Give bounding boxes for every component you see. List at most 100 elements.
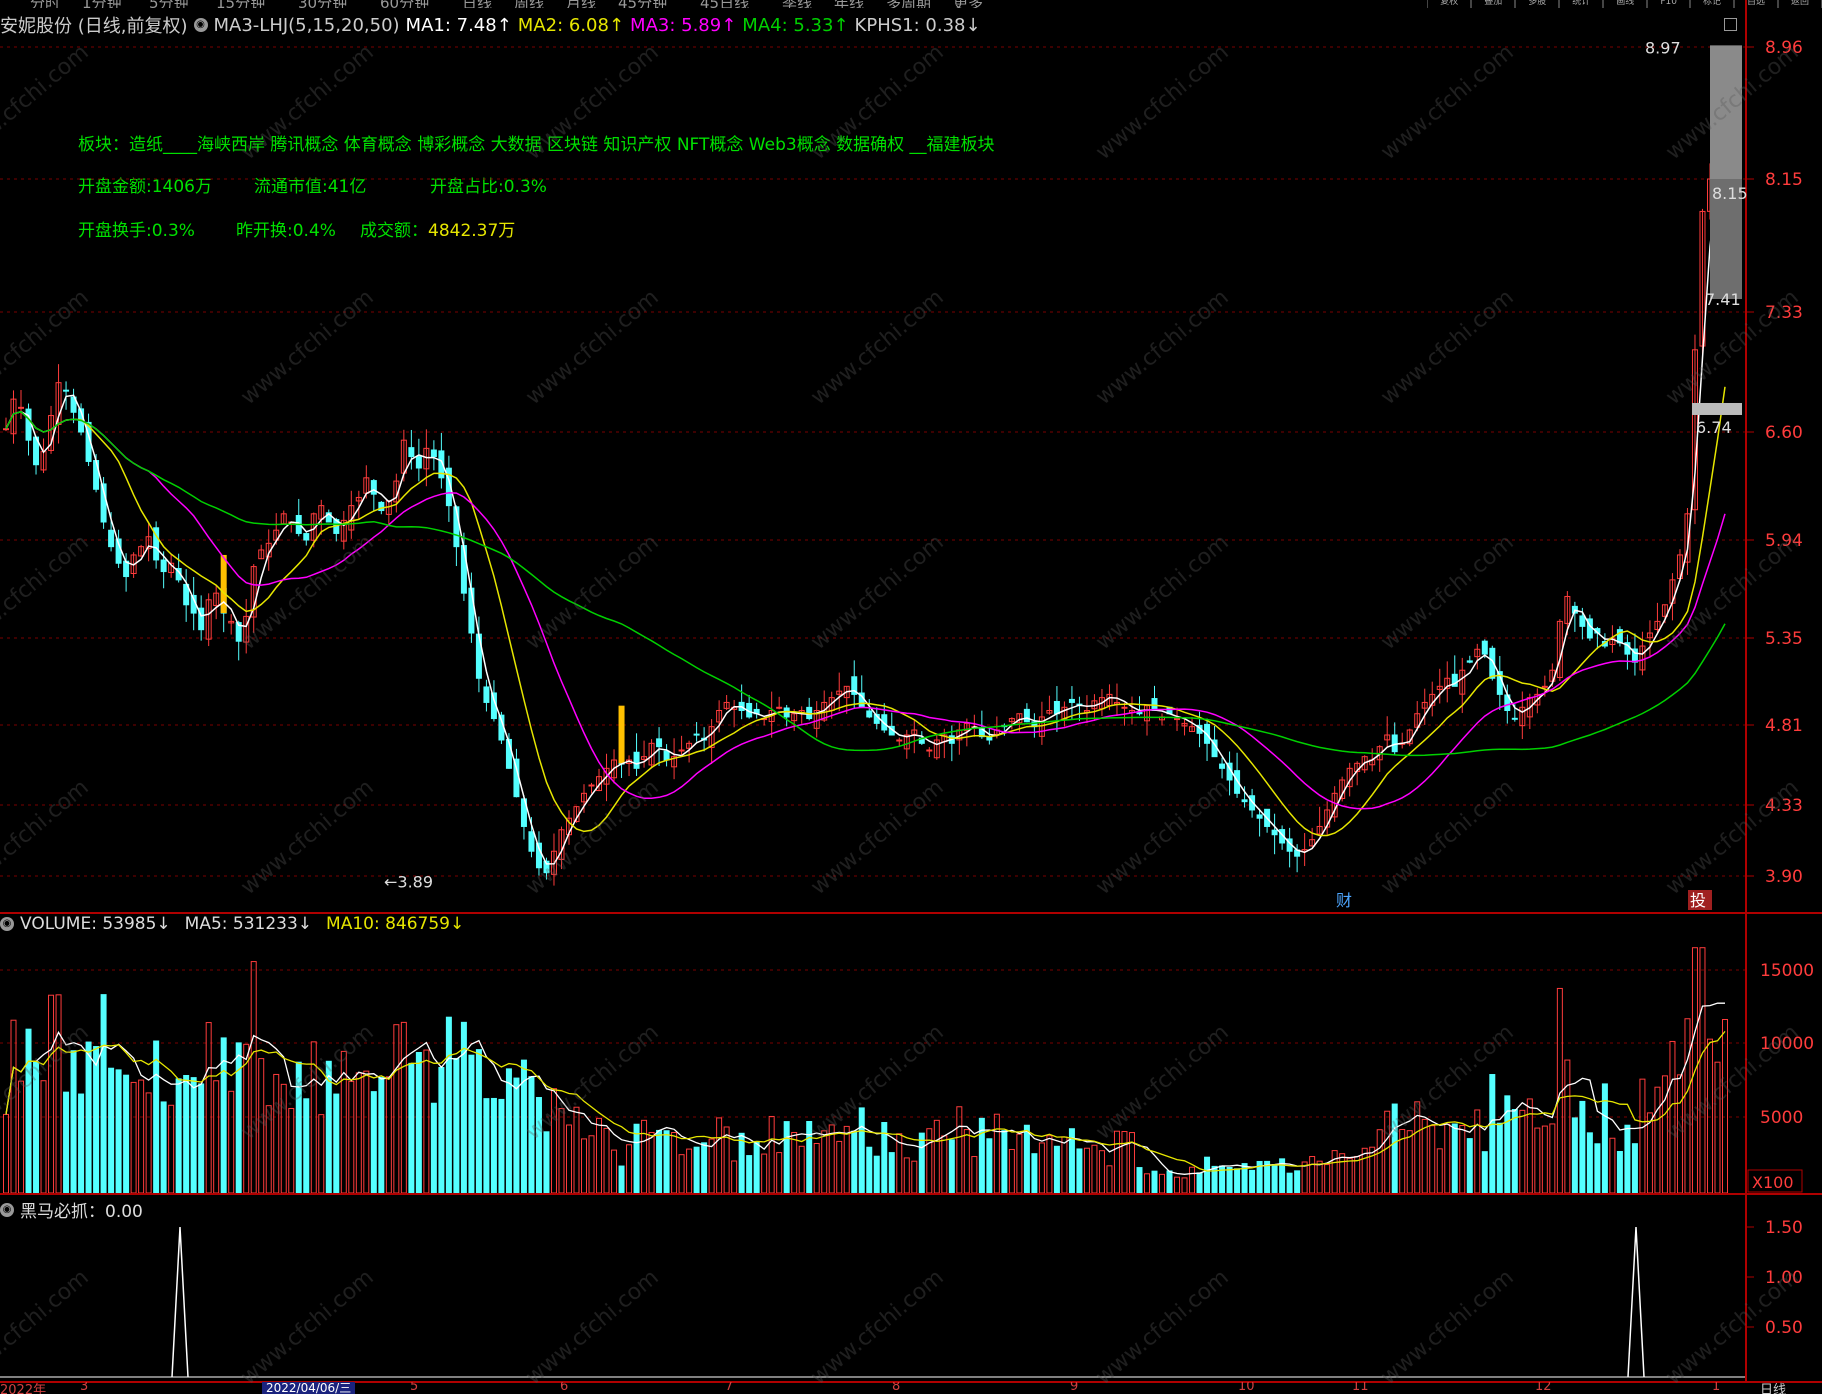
- x-axis-label-1: 3: [80, 1382, 89, 1394]
- volume-axis-label: 15000: [1760, 961, 1814, 981]
- volume-bar: [611, 1149, 618, 1194]
- volume-bar: [288, 1107, 295, 1194]
- volume-bar: [753, 1140, 760, 1194]
- volume-bar: [333, 1093, 340, 1194]
- candle-body: [588, 784, 595, 787]
- volume-bar: [1391, 1103, 1398, 1194]
- volume-bar: [1436, 1148, 1443, 1194]
- volume-bar: [1594, 1143, 1601, 1194]
- candle-body: [25, 408, 32, 441]
- volume-bar: [1631, 1143, 1638, 1194]
- volume-bar: [85, 1041, 92, 1194]
- candle-body: [1541, 685, 1548, 688]
- volume-bar: [1046, 1135, 1053, 1194]
- volume-bar: [641, 1119, 648, 1194]
- candle-body: [18, 406, 25, 409]
- volume-bar: [663, 1130, 670, 1194]
- volume-bar: [1174, 1176, 1181, 1194]
- x-axis-label-7: 9: [1070, 1382, 1079, 1394]
- candle-body: [1391, 734, 1398, 753]
- volume-bar: [78, 1093, 85, 1194]
- volume-bar: [678, 1154, 685, 1194]
- range-band: [1692, 402, 1742, 415]
- candle-body: [63, 389, 70, 392]
- volume-bar: [1324, 1164, 1331, 1194]
- candle-body: [3, 428, 9, 431]
- volume-bar: [1271, 1165, 1278, 1194]
- ma3-line: [5, 410, 1726, 810]
- volume-bar: [1249, 1169, 1256, 1194]
- volume-bar: [1346, 1157, 1353, 1194]
- candle-body: [408, 447, 415, 458]
- x-axis-label-3: 5: [410, 1382, 419, 1394]
- volume-bar: [701, 1142, 708, 1194]
- candle-body: [528, 831, 535, 852]
- volume-bar: [933, 1119, 940, 1194]
- candle-body: [460, 545, 467, 594]
- volume-bar: [656, 1129, 663, 1194]
- volume-bar: [1706, 1038, 1713, 1194]
- volume-bar: [1534, 1127, 1541, 1194]
- candle-body: [1481, 640, 1488, 655]
- volume-bar: [168, 1104, 175, 1194]
- x-axis-label-10: 12: [1535, 1382, 1552, 1394]
- volume-bar: [48, 994, 55, 1194]
- volume-bar: [1616, 1150, 1623, 1194]
- x-axis-label-11: 1: [1712, 1382, 1721, 1394]
- range-band: [1710, 45, 1742, 180]
- volume-bar: [956, 1106, 963, 1194]
- indicator2-axis-label: 1.50: [1765, 1218, 1803, 1238]
- price-axis-label: 8.96: [1765, 38, 1803, 58]
- price-annotation-3: 6.74: [1696, 418, 1732, 437]
- chart-canvas[interactable]: 8.96 8.15 7.33 6.60 5.94 5.35 4.81 4.33 3.90 8.97…: [0, 0, 1822, 1394]
- x-axis-bar: 2022/04/06/三 日线 2022年 3 5 6 7 8 9 10 11 12 1: [0, 1382, 1822, 1394]
- volume-bar: [1421, 1118, 1428, 1194]
- period-label[interactable]: 日线: [1760, 1382, 1786, 1394]
- indicator2-settings-icon[interactable]: ◉: [0, 1202, 14, 1217]
- candle-body: [896, 739, 903, 742]
- volume-bar: [798, 1145, 805, 1194]
- volume-bar: [821, 1130, 828, 1194]
- x-axis-label-4: 6: [560, 1382, 569, 1394]
- volume-bar: [115, 1069, 122, 1194]
- volume-bar: [160, 1101, 167, 1194]
- volume-bar: [783, 1121, 790, 1194]
- volume-bar: [93, 1046, 100, 1194]
- volume-bar: [986, 1138, 993, 1194]
- volume-bar: [581, 1138, 588, 1194]
- ma1-line: [5, 146, 1726, 865]
- volume-ma10: MA10: 846759↓: [326, 914, 465, 934]
- volume-bar: [228, 1090, 235, 1194]
- volume-bar: [250, 961, 257, 1194]
- indicator2-header: ◉ 黑马必抓：0.00: [0, 1197, 143, 1222]
- volume-bar: [145, 1092, 152, 1194]
- candle-body: [483, 686, 490, 703]
- volume-bar: [1098, 1150, 1105, 1194]
- volume-bar: [1609, 1137, 1616, 1194]
- candle-body: [1068, 698, 1075, 703]
- volume-bar: [1496, 1122, 1503, 1194]
- volume-bar: [1331, 1150, 1338, 1194]
- volume-bar: [873, 1155, 880, 1194]
- volume-bar: [1361, 1147, 1368, 1194]
- candle-body: [1053, 700, 1060, 715]
- volume-bar: [1474, 1109, 1481, 1194]
- volume-bar: [761, 1153, 768, 1194]
- volume-bar: [1519, 1109, 1526, 1194]
- candle-body: [1511, 717, 1518, 720]
- volume-bar: [1369, 1146, 1376, 1194]
- volume-bar: [1151, 1170, 1158, 1194]
- volume-bar: [25, 1028, 32, 1194]
- volume-bar: [1429, 1125, 1436, 1194]
- cursor-date: 2022/04/06/三: [262, 1382, 356, 1394]
- volume-bar: [528, 1076, 535, 1194]
- volume-bar: [971, 1156, 978, 1194]
- candle-body: [430, 449, 437, 458]
- volume-bar: [1384, 1110, 1391, 1194]
- volume-bar: [1143, 1173, 1150, 1194]
- volume-bar: [63, 1091, 70, 1194]
- volume-bar: [1722, 1019, 1728, 1194]
- x-axis-label-0: 2022年: [0, 1383, 47, 1394]
- volume-settings-icon[interactable]: ◉: [0, 917, 14, 931]
- volume-bar: [1541, 1125, 1548, 1194]
